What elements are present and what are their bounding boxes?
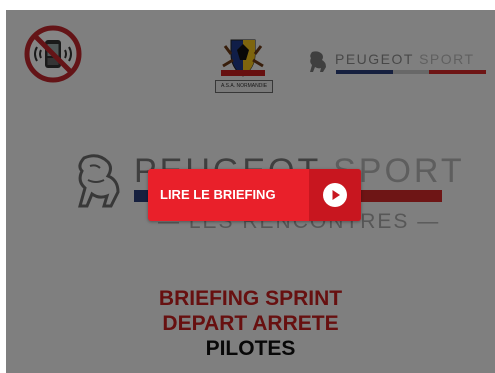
read-briefing-button[interactable]: LIRE LE BRIEFING bbox=[148, 169, 361, 221]
briefing-viewer: A.S.A. NORMANDIE PEUGEOT SPORT PEUGEOT S… bbox=[6, 10, 495, 373]
play-icon bbox=[323, 183, 347, 207]
play-button-area[interactable] bbox=[309, 169, 361, 221]
read-briefing-label: LIRE LE BRIEFING bbox=[160, 187, 276, 202]
